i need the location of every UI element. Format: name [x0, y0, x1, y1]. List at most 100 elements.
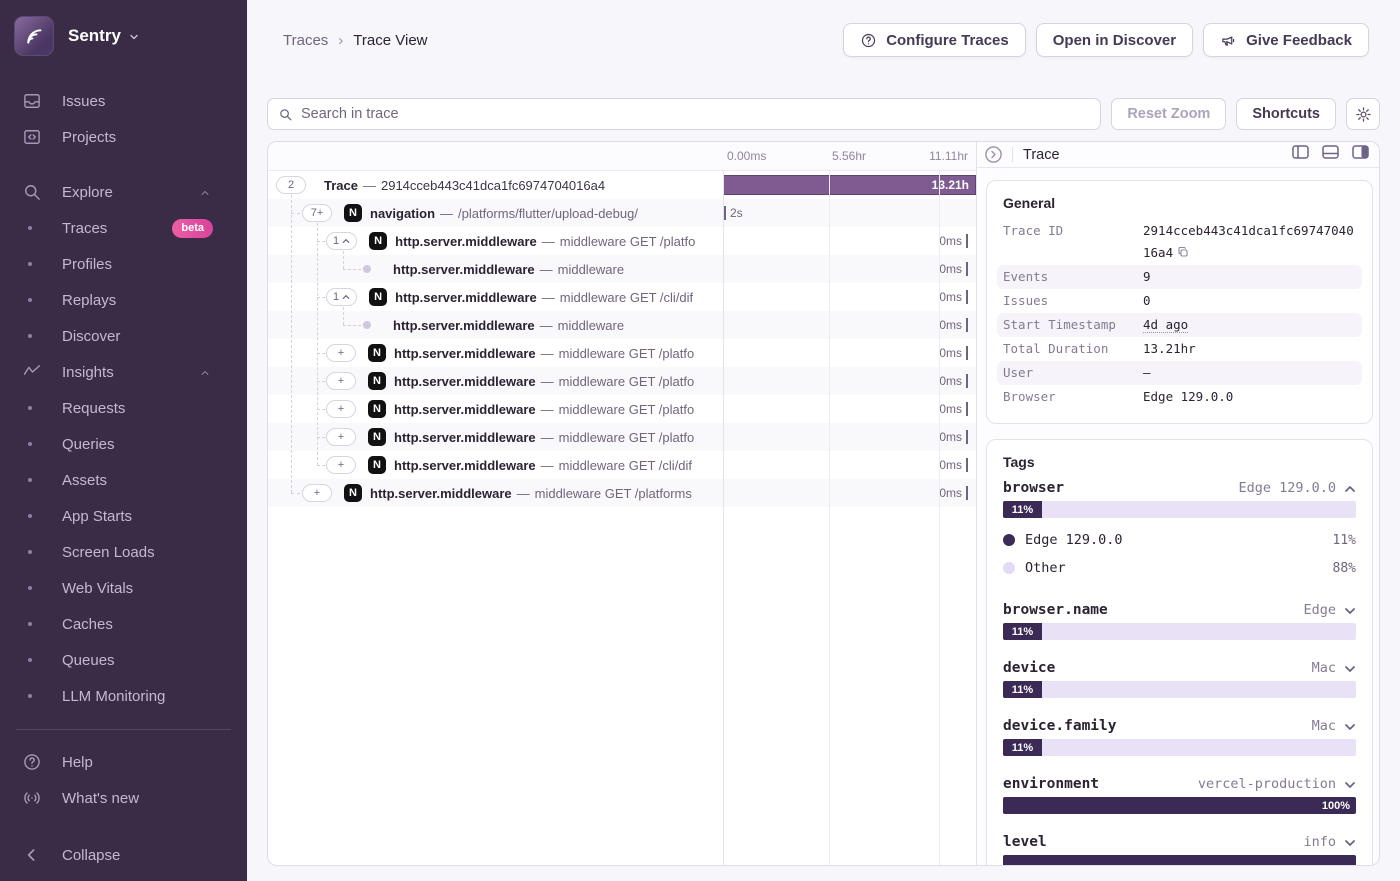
- sidebar-item-app-starts[interactable]: App Starts: [0, 498, 247, 534]
- sidebar-item-traces[interactable]: Tracesbeta: [0, 210, 247, 246]
- expand-toggle-pill[interactable]: 1: [326, 232, 357, 250]
- trace-row[interactable]: 2Trace—2914cceb443c41dca1fc6974704016a41…: [268, 171, 976, 199]
- sidebar-item-issues[interactable]: Issues: [0, 83, 247, 119]
- sidebar-item-projects[interactable]: Projects: [0, 119, 247, 155]
- sidebar-item-explore[interactable]: Explore: [0, 174, 247, 210]
- open-in-discover-button[interactable]: Open in Discover: [1036, 23, 1193, 57]
- sidebar-item-profiles[interactable]: Profiles: [0, 246, 247, 282]
- trace-duration-bar[interactable]: 13.21h: [723, 175, 976, 195]
- span-separator: —: [542, 290, 555, 305]
- tag-distribution-bar[interactable]: 11%: [1003, 681, 1356, 698]
- span-timeline-cell[interactable]: 13.21h: [723, 171, 976, 199]
- tag-header[interactable]: browser.nameEdge: [1003, 602, 1356, 618]
- span-row[interactable]: http.server.middleware—middleware0ms: [268, 311, 976, 339]
- expand-toggle-pill[interactable]: 7+: [302, 204, 332, 222]
- general-row-trace-id: Trace ID2914cceb443c41dca1fc6974704016a4: [997, 219, 1362, 265]
- tag-distribution-bar[interactable]: [1003, 855, 1356, 865]
- span-timeline-cell[interactable]: 0ms: [723, 395, 976, 423]
- span-timeline-cell[interactable]: 0ms: [723, 367, 976, 395]
- span-row[interactable]: +Nhttp.server.middleware—middleware GET …: [268, 339, 976, 367]
- span-timeline-cell[interactable]: 0ms: [723, 451, 976, 479]
- span-timeline-cell[interactable]: 0ms: [723, 227, 976, 255]
- span-row[interactable]: 1Nhttp.server.middleware—middleware GET …: [268, 283, 976, 311]
- sidebar-collapse-button[interactable]: Collapse: [0, 837, 247, 873]
- expand-toggle-pill[interactable]: 1: [326, 288, 357, 306]
- search-icon: [278, 107, 293, 122]
- search-input[interactable]: [301, 106, 1090, 122]
- duration-label: 0ms: [939, 374, 962, 388]
- sidebar-item-help[interactable]: Help: [0, 744, 247, 780]
- span-timeline-cell[interactable]: 0ms: [723, 283, 976, 311]
- issues-icon: [22, 91, 42, 111]
- expand-toggle-pill[interactable]: +: [326, 372, 356, 390]
- tag-header[interactable]: device.familyMac: [1003, 718, 1356, 734]
- breadcrumb-traces[interactable]: Traces: [283, 32, 328, 49]
- sidebar-item-llm-monitoring[interactable]: LLM Monitoring: [0, 678, 247, 714]
- sidebar-item-assets[interactable]: Assets: [0, 462, 247, 498]
- sidebar-item-insights[interactable]: Insights: [0, 354, 247, 390]
- copy-icon[interactable]: [1177, 243, 1189, 255]
- chevron-down-icon: [1344, 662, 1356, 674]
- configure-traces-button[interactable]: Configure Traces: [843, 23, 1026, 57]
- tag-header[interactable]: browserEdge 129.0.0: [1003, 480, 1356, 496]
- span-timeline-cell[interactable]: 0ms: [723, 339, 976, 367]
- span-row[interactable]: 1Nhttp.server.middleware—middleware GET …: [268, 227, 976, 255]
- sidebar-item-queries[interactable]: Queries: [0, 426, 247, 462]
- span-timeline-cell[interactable]: 0ms: [723, 255, 976, 283]
- tag-distribution-bar[interactable]: 11%: [1003, 501, 1356, 518]
- expand-toggle-pill[interactable]: +: [326, 344, 356, 362]
- span-row[interactable]: +Nhttp.server.middleware—middleware GET …: [268, 367, 976, 395]
- span-timeline-cell[interactable]: 0ms: [723, 479, 976, 507]
- shortcuts-button[interactable]: Shortcuts: [1236, 98, 1336, 130]
- sidebar-item-requests[interactable]: Requests: [0, 390, 247, 426]
- tags-card: Tags browserEdge 129.0.011%Edge 129.0.01…: [986, 439, 1373, 865]
- panel-bottom-icon[interactable]: [1322, 145, 1339, 164]
- tag-header[interactable]: environmentvercel-production: [1003, 776, 1356, 792]
- sidebar-item-web-vitals[interactable]: Web Vitals: [0, 570, 247, 606]
- expand-toggle-pill[interactable]: +: [326, 456, 356, 474]
- sentry-logo-icon: [14, 16, 54, 56]
- expand-toggle-pill[interactable]: +: [302, 484, 332, 502]
- span-separator: —: [541, 402, 554, 417]
- sidebar-item-caches[interactable]: Caches: [0, 606, 247, 642]
- span-row[interactable]: http.server.middleware—middleware0ms: [268, 255, 976, 283]
- span-row[interactable]: +Nhttp.server.middleware—middleware GET …: [268, 395, 976, 423]
- span-separator: —: [541, 430, 554, 445]
- span-row[interactable]: 7+Nnavigation—/platforms/flutter/upload-…: [268, 199, 976, 227]
- settings-button[interactable]: [1346, 98, 1380, 130]
- tag-distribution-bar[interactable]: 11%: [1003, 623, 1356, 640]
- give-feedback-button[interactable]: Give Feedback: [1203, 23, 1369, 57]
- span-row[interactable]: +Nhttp.server.middleware—middleware GET …: [268, 423, 976, 451]
- axis-tick-label: 5.56hr: [832, 149, 866, 163]
- sidebar-item-what-s-new[interactable]: What's new: [0, 780, 247, 816]
- expand-toggle-pill[interactable]: +: [326, 400, 356, 418]
- bullet-icon: [28, 334, 32, 338]
- span-row[interactable]: +Nhttp.server.middleware—middleware GET …: [268, 479, 976, 507]
- span-separator: —: [440, 206, 453, 221]
- span-row[interactable]: +Nhttp.server.middleware—middleware GET …: [268, 451, 976, 479]
- span-timeline-cell[interactable]: 0ms: [723, 311, 976, 339]
- panel-right-icon[interactable]: [1352, 145, 1369, 164]
- tag-header[interactable]: deviceMac: [1003, 660, 1356, 676]
- tag-legend-row[interactable]: Other88%: [1003, 554, 1356, 582]
- nextjs-icon: N: [344, 204, 362, 222]
- expand-toggle-pill[interactable]: +: [326, 428, 356, 446]
- span-timeline-cell[interactable]: 2s: [723, 199, 976, 227]
- sidebar-item-discover[interactable]: Discover: [0, 318, 247, 354]
- sidebar-item-queues[interactable]: Queues: [0, 642, 247, 678]
- sidebar-item-screen-loads[interactable]: Screen Loads: [0, 534, 247, 570]
- tag-header[interactable]: levelinfo: [1003, 834, 1356, 850]
- reset-zoom-button[interactable]: Reset Zoom: [1111, 98, 1226, 130]
- general-value: 4d ago: [1143, 314, 1356, 336]
- chevron-right-circle-icon[interactable]: [985, 146, 1002, 163]
- tag-legend-row[interactable]: Edge 129.0.011%: [1003, 526, 1356, 554]
- sidebar-item-replays[interactable]: Replays: [0, 282, 247, 318]
- duration-label: 0ms: [939, 458, 962, 472]
- span-timeline-cell[interactable]: 0ms: [723, 423, 976, 451]
- org-switcher[interactable]: Sentry: [0, 0, 247, 58]
- expand-toggle-pill[interactable]: 2: [276, 176, 306, 194]
- tag-distribution-bar[interactable]: 100%: [1003, 797, 1356, 814]
- megaphone-icon: [1220, 32, 1237, 49]
- panel-left-icon[interactable]: [1292, 145, 1309, 164]
- tag-distribution-bar[interactable]: 11%: [1003, 739, 1356, 756]
